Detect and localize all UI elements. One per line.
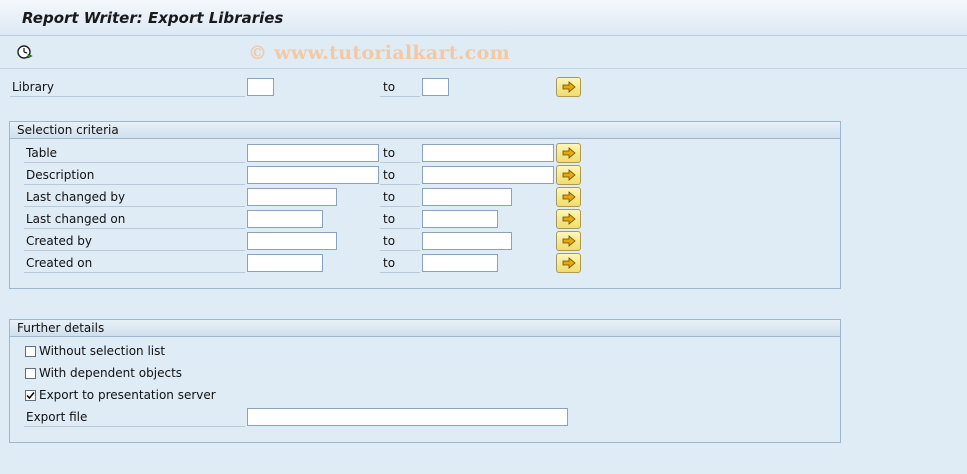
- execute-button[interactable]: [15, 43, 35, 61]
- criteria-label-created-on: Created on: [26, 256, 93, 270]
- library-label: Library: [12, 80, 54, 94]
- library-to-label: to: [383, 80, 396, 94]
- last-changed-by-to-input[interactable]: [422, 188, 512, 206]
- last-changed-on-from-input[interactable]: [247, 210, 323, 228]
- arrow-right-icon: [562, 81, 576, 93]
- created-on-to-label: to: [383, 256, 396, 270]
- library-multiple-selection-button[interactable]: [556, 77, 581, 97]
- created-by-from-input[interactable]: [247, 232, 337, 250]
- last-changed-on-to-label: to: [383, 212, 396, 226]
- selection-criteria-title: Selection criteria: [10, 122, 840, 139]
- with-dependent-objects-label: With dependent objects: [39, 366, 183, 380]
- to-underline: [380, 184, 420, 185]
- table-to-input[interactable]: [422, 144, 554, 162]
- to-underline: [380, 228, 420, 229]
- description-multiple-selection-button[interactable]: [556, 165, 581, 185]
- created-by-to-label: to: [383, 234, 396, 248]
- label-underline: [24, 228, 245, 229]
- last-changed-by-from-input[interactable]: [247, 188, 337, 206]
- library-to-input[interactable]: [422, 78, 449, 96]
- arrow-right-icon: [562, 257, 576, 269]
- last-changed-by-to-label: to: [383, 190, 396, 204]
- arrow-right-icon: [562, 191, 576, 203]
- with-dependent-objects-checkbox[interactable]: [25, 368, 36, 379]
- created-by-multiple-selection-button[interactable]: [556, 231, 581, 251]
- last-changed-on-to-input[interactable]: [422, 210, 498, 228]
- to-underline: [380, 162, 420, 163]
- page-title: Report Writer: Export Libraries: [22, 9, 284, 27]
- label-underline: [24, 162, 245, 163]
- export-to-presentation-server-label: Export to presentation server: [39, 388, 216, 402]
- criteria-label-last-changed-on: Last changed on: [26, 212, 126, 226]
- export-file-input[interactable]: [247, 408, 568, 426]
- without-selection-list-label: Without selection list: [39, 344, 166, 358]
- without-selection-list-checkbox[interactable]: [25, 346, 36, 357]
- label-underline: [24, 250, 245, 251]
- last-changed-on-multiple-selection-button[interactable]: [556, 209, 581, 229]
- library-to-underline: [380, 96, 420, 97]
- arrow-right-icon: [562, 147, 576, 159]
- created-on-multiple-selection-button[interactable]: [556, 253, 581, 273]
- created-on-to-input[interactable]: [422, 254, 498, 272]
- table-from-input[interactable]: [247, 144, 379, 162]
- criteria-label-last-changed-by: Last changed by: [26, 190, 126, 204]
- export-file-label: Export file: [26, 410, 88, 424]
- arrow-right-icon: [562, 235, 576, 247]
- criteria-label-table: Table: [26, 146, 58, 160]
- label-underline: [24, 272, 245, 273]
- created-by-to-input[interactable]: [422, 232, 512, 250]
- application-toolbar: © www.tutorialkart.com: [0, 36, 967, 69]
- criteria-label-description: Description: [26, 168, 95, 182]
- library-from-input[interactable]: [247, 78, 274, 96]
- description-to-label: to: [383, 168, 396, 182]
- description-from-input[interactable]: [247, 166, 379, 184]
- to-underline: [380, 206, 420, 207]
- label-underline: [24, 426, 245, 427]
- table-to-label: to: [383, 146, 396, 160]
- last-changed-by-multiple-selection-button[interactable]: [556, 187, 581, 207]
- arrow-right-icon: [562, 169, 576, 181]
- to-underline: [380, 250, 420, 251]
- further-details-title: Further details: [10, 320, 840, 337]
- arrow-right-icon: [562, 213, 576, 225]
- label-underline: [24, 206, 245, 207]
- export-to-presentation-server-checkbox[interactable]: [25, 390, 36, 401]
- library-label-underline: [10, 96, 245, 97]
- to-underline: [380, 272, 420, 273]
- label-underline: [24, 184, 245, 185]
- checkmark-icon: [26, 392, 35, 400]
- watermark: © www.tutorialkart.com: [248, 42, 511, 64]
- criteria-label-created-by: Created by: [26, 234, 93, 248]
- created-on-from-input[interactable]: [247, 254, 323, 272]
- title-bar: Report Writer: Export Libraries: [0, 0, 967, 36]
- table-multiple-selection-button[interactable]: [556, 143, 581, 163]
- description-to-input[interactable]: [422, 166, 554, 184]
- execute-clock-icon: [17, 45, 33, 59]
